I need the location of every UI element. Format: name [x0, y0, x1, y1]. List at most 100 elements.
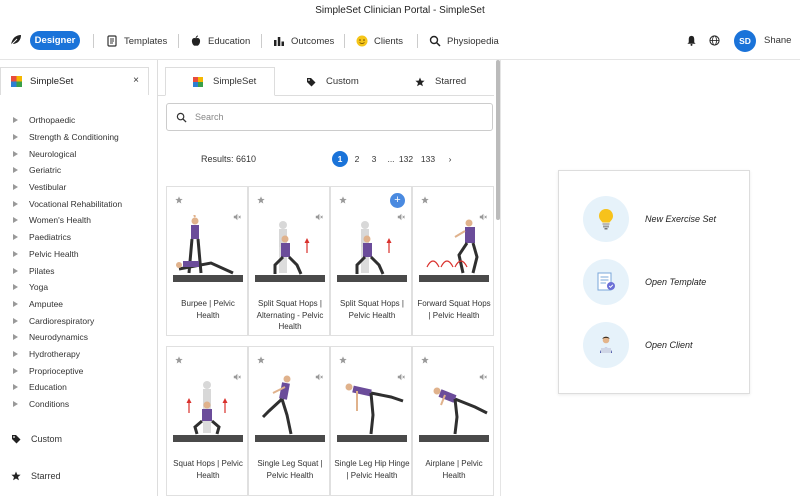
sidebar-category[interactable]: Women's Health [0, 212, 156, 229]
expand-arrow-icon[interactable] [13, 200, 18, 207]
sidebar-category[interactable]: Vocational Rehabilitation [0, 195, 156, 212]
sidebar-category-label: Amputee [29, 298, 64, 309]
exercise-card[interactable]: Airplane | Pelvic Health [412, 346, 494, 496]
expand-arrow-icon[interactable] [13, 184, 18, 191]
exercise-card[interactable]: Split Squat Hops | Alternating - Pelvic … [248, 186, 330, 336]
expand-arrow-icon[interactable] [13, 334, 18, 341]
expand-arrow-icon[interactable] [13, 117, 18, 124]
sidebar-category[interactable]: Geriatric [0, 162, 156, 179]
sidebar-starred[interactable]: Starred [0, 468, 156, 484]
floor-mat [337, 435, 407, 442]
star-icon[interactable] [257, 196, 265, 204]
action-circle [583, 322, 629, 368]
globe-icon[interactable] [709, 35, 720, 46]
new-exercise-set-action[interactable]: New Exercise Set [583, 196, 743, 242]
exercise-card[interactable]: Forward Squat Hops | Pelvic Health [412, 186, 494, 336]
expand-arrow-icon[interactable] [13, 167, 18, 174]
sidebar-custom[interactable]: Custom [0, 431, 156, 447]
open-client-action[interactable]: Open Client [583, 322, 743, 368]
sidebar-category[interactable]: Conditions [0, 396, 156, 413]
exercise-card[interactable]: Single Leg Squat | Pelvic Health [248, 346, 330, 496]
designer-button[interactable]: Designer [30, 31, 80, 50]
expand-arrow-icon[interactable] [13, 350, 18, 357]
exercise-card[interactable]: Burpee | Pelvic Health [166, 186, 248, 336]
expand-arrow-icon[interactable] [13, 150, 18, 157]
sidebar-category[interactable]: Pelvic Health [0, 246, 156, 263]
document-icon [107, 35, 117, 47]
sidebar-category[interactable]: Amputee [0, 296, 156, 313]
expand-arrow-icon[interactable] [13, 367, 18, 374]
expand-arrow-icon[interactable] [13, 250, 18, 257]
sidebar-category[interactable]: Orthopaedic [0, 112, 156, 129]
page-link[interactable]: 132 [398, 151, 414, 167]
sidebar-category[interactable]: Neurodynamics [0, 329, 156, 346]
expand-arrow-icon[interactable] [13, 134, 18, 141]
star-icon[interactable] [339, 196, 347, 204]
expand-arrow-icon[interactable] [13, 234, 18, 241]
page-link[interactable]: 2 [349, 151, 365, 167]
sidebar-category-label: Paediatrics [29, 232, 72, 243]
sidebar-category[interactable]: Proprioceptive [0, 362, 156, 379]
sidebar-category[interactable]: Neurological [0, 145, 156, 162]
expand-arrow-icon[interactable] [13, 284, 18, 291]
sidebar-category[interactable]: Vestibular [0, 179, 156, 196]
sidebar-category[interactable]: Paediatrics [0, 229, 156, 246]
page-link[interactable]: 1 [332, 151, 348, 167]
sidebar-category[interactable]: Yoga [0, 279, 156, 296]
bell-icon[interactable] [686, 35, 697, 46]
exercise-illustration [419, 219, 489, 282]
add-exercise-button[interactable]: + [390, 193, 405, 208]
expand-arrow-icon[interactable] [13, 384, 18, 391]
star-icon[interactable] [421, 196, 429, 204]
search-icon [429, 35, 441, 47]
sidebar-title: SimpleSet [30, 76, 74, 87]
sidebar-category-label: Women's Health [29, 215, 91, 226]
open-template-action[interactable]: Open Template [583, 259, 743, 305]
expand-arrow-icon[interactable] [13, 317, 18, 324]
user-name[interactable]: Shane [764, 35, 791, 46]
user-avatar[interactable]: SD [734, 30, 756, 52]
tab-starred[interactable]: Starred [415, 67, 466, 96]
nav-education[interactable]: Education [190, 32, 250, 50]
exercise-card[interactable]: Single Leg Hip Hinge | Pelvic Health [330, 346, 412, 496]
nav-divider [178, 34, 179, 48]
expand-arrow-icon[interactable] [13, 401, 18, 408]
tab-custom[interactable]: Custom [306, 67, 359, 96]
sidebar-category[interactable]: Pilates [0, 262, 156, 279]
top-navigation: Designer Templates Education Outcomes Cl… [0, 22, 800, 60]
nav-templates-label: Templates [124, 35, 168, 47]
star-icon[interactable] [339, 356, 347, 364]
tab-simpleset[interactable]: SimpleSet [165, 67, 275, 96]
smiley-icon [356, 35, 368, 47]
next-page-button[interactable]: › [442, 151, 458, 167]
nav-physiopedia[interactable]: Physiopedia [429, 32, 499, 50]
expand-arrow-icon[interactable] [13, 217, 18, 224]
nav-clients[interactable]: Clients [356, 32, 403, 50]
nav-outcomes[interactable]: Outcomes [273, 32, 334, 50]
exercise-card[interactable]: Squat Hops | Pelvic Health [166, 346, 248, 496]
exercise-illustration [337, 383, 407, 442]
page-link[interactable]: 3 [366, 151, 382, 167]
close-icon[interactable]: × [133, 75, 139, 86]
sidebar-category[interactable]: Education [0, 379, 156, 396]
star-icon[interactable] [175, 196, 183, 204]
category-sidebar: SimpleSet × Orthopaedic Strength & Condit… [0, 60, 158, 496]
exercise-name: Single Leg Hip Hinge | Pelvic Health [334, 459, 410, 480]
search-input[interactable] [195, 112, 475, 122]
exercise-search[interactable] [166, 103, 493, 131]
expand-arrow-icon[interactable] [13, 300, 18, 307]
expand-arrow-icon[interactable] [13, 267, 18, 274]
exercise-card[interactable]: + Split Squat Hops | Pelvic Health [330, 186, 412, 336]
sidebar-category[interactable]: Strength & Conditioning [0, 129, 156, 146]
scroll-track [500, 60, 501, 496]
star-icon[interactable] [257, 356, 265, 364]
star-icon[interactable] [175, 356, 183, 364]
page-link[interactable]: 133 [420, 151, 436, 167]
star-icon[interactable] [421, 356, 429, 364]
sidebar-category[interactable]: Hydrotherapy [0, 346, 156, 363]
leaf-logo-icon[interactable] [9, 33, 23, 47]
scrollbar-thumb[interactable] [496, 60, 500, 220]
action-circle [583, 196, 629, 242]
sidebar-category[interactable]: Cardiorespiratory [0, 312, 156, 329]
nav-templates[interactable]: Templates [106, 32, 167, 50]
